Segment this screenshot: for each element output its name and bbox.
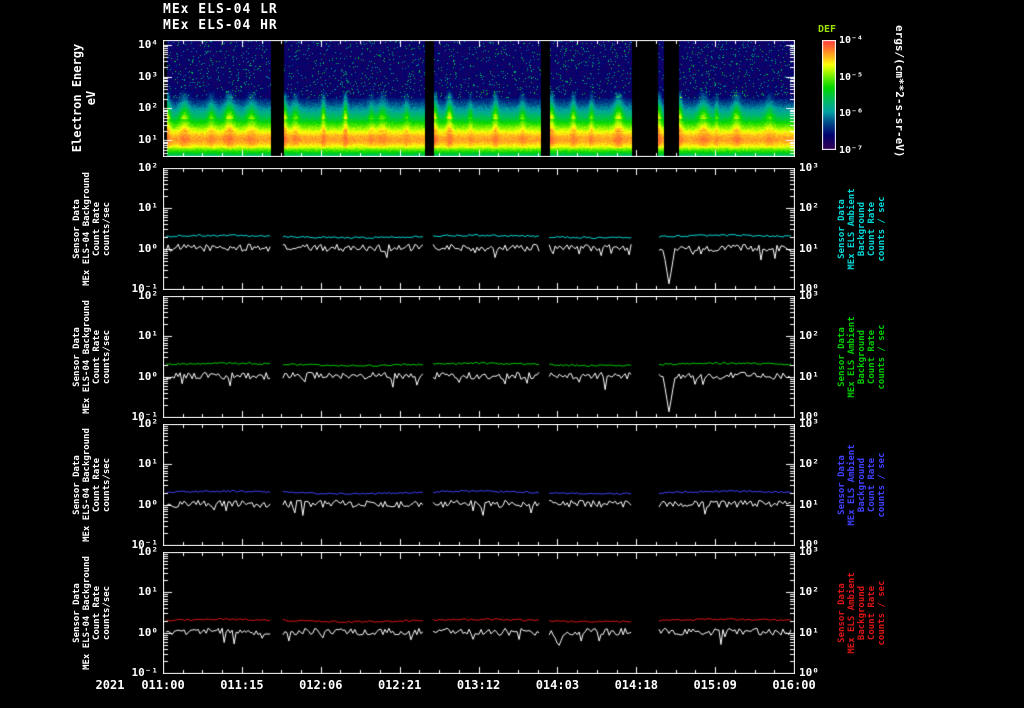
- panel-left-label: Sensor Data MEx ELS-04 Background Count …: [72, 556, 112, 670]
- spectrogram-ylabel: Electron Energy eV: [70, 43, 98, 153]
- spectrogram-y-tick-label: 10²: [138, 101, 158, 115]
- panel-left-tick-label: 10²: [138, 417, 158, 430]
- line-panel-canvas: [163, 552, 795, 674]
- panel-left-tick-label: 10²: [138, 545, 158, 558]
- spectrogram-y-tick-label: 10⁴: [138, 37, 158, 51]
- x-axis-tick-label: 015:09: [693, 678, 737, 692]
- colorbar-title: DEF: [818, 24, 837, 35]
- panel-left-tick-label: 10¹: [138, 585, 158, 599]
- panel-right-tick-label: 10¹: [799, 625, 819, 639]
- plot-page: MEx ELS-04 LR MEx ELS-04 HR Electron Ene…: [0, 0, 1024, 708]
- panel-left-tick-label: 10¹: [138, 457, 158, 471]
- panel-right-tick-label: 10³: [799, 161, 819, 174]
- line-panel-canvas: [163, 296, 795, 418]
- panel-right-tick-label: 10³: [799, 545, 819, 558]
- panel-left-tick-label: 10⁰: [138, 241, 158, 255]
- panel-left-tick-label: 10²: [138, 161, 158, 174]
- spectrogram-y-tick-label: 10¹: [138, 133, 158, 147]
- line-panel-canvas: [163, 168, 795, 290]
- x-axis-tick-label: 012:21: [377, 678, 422, 692]
- x-axis-year-label: 2021: [95, 678, 125, 692]
- panel-left-tick-label: 10¹: [138, 201, 158, 215]
- colorbar-tick-label: 10⁻⁷: [839, 145, 864, 156]
- colorbar-tick-label: 10⁻⁶: [839, 108, 864, 120]
- colorbar: [822, 40, 836, 150]
- panel-left-tick-label: 10²: [138, 289, 158, 302]
- panel-right-tick-label: 10²: [799, 585, 819, 599]
- line-panel-canvas: [163, 424, 795, 546]
- panel-left-tick-label: 10¹: [138, 329, 158, 343]
- panel-left-tick-label: 10⁰: [138, 369, 158, 383]
- panel-left-label: Sensor Data MEx ELS-04 Background Count …: [72, 300, 112, 414]
- plot-title-hr: MEx ELS-04 HR: [163, 18, 278, 33]
- panel-right-tick-label: 10¹: [799, 369, 819, 383]
- panel-left-tick-label: 10⁰: [138, 625, 158, 639]
- x-axis-tick-label: 013:12: [456, 678, 501, 692]
- panel-left-label: Sensor Data MEx ELS-04 Background Count …: [72, 428, 112, 542]
- panel-right-tick-label: 10¹: [799, 241, 819, 255]
- panel-right-label: Sensor Data MEx ELS Ambient Background C…: [837, 572, 887, 654]
- panel-right-label: Sensor Data MEx ELS Ambient Background C…: [837, 444, 887, 526]
- panel-right-tick-label: 10²: [799, 329, 819, 343]
- panel-right-tick-label: 10²: [799, 457, 819, 471]
- colorbar-units-label: ergs/(cm**2-s-sr-eV): [893, 25, 906, 158]
- colorbar-tick-label: 10⁻⁵: [839, 71, 864, 83]
- panel-right-tick-label: 10¹: [799, 497, 819, 511]
- panel-left-tick-label: 10⁰: [138, 497, 158, 511]
- x-axis-tick-label: 014:03: [535, 678, 580, 692]
- x-axis-tick-label: 014:18: [614, 678, 658, 692]
- spectrogram-y-tick-label: 10³: [138, 69, 158, 83]
- colorbar-tick-label: 10⁻⁴: [839, 35, 864, 46]
- x-axis-tick-label: 011:00: [141, 678, 185, 692]
- panel-right-label: Sensor Data MEx ELS Ambient Background C…: [837, 188, 887, 270]
- panel-right-label: Sensor Data MEx ELS Ambient Background C…: [837, 316, 887, 398]
- panel-right-tick-label: 10³: [799, 289, 819, 302]
- x-axis-tick-label: 011:15: [220, 678, 264, 692]
- x-axis-tick-label: 016:00: [772, 678, 816, 692]
- panel-right-tick-label: 10³: [799, 417, 819, 430]
- plot-title-lr: MEx ELS-04 LR: [163, 2, 278, 17]
- x-axis-tick-label: 012:06: [299, 678, 343, 692]
- spectrogram-canvas: [163, 40, 795, 157]
- panel-right-tick-label: 10²: [799, 201, 819, 215]
- panel-left-label: Sensor Data MEx ELS-04 Background Count …: [72, 172, 112, 286]
